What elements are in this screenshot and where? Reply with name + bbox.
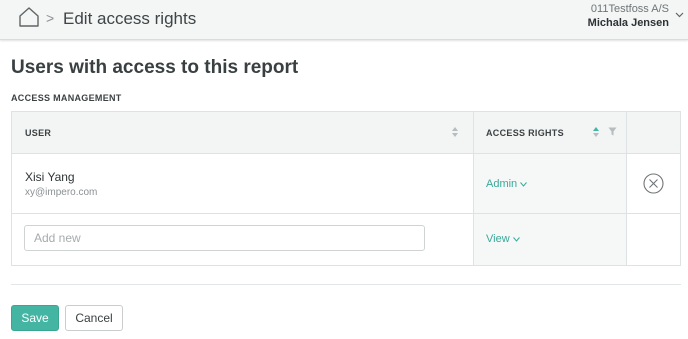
- table-row-new: View: [12, 214, 680, 265]
- chevron-down-icon[interactable]: [675, 12, 684, 18]
- section-heading: Users with access to this report: [11, 57, 299, 78]
- access-table: USER ACCESS RIGHTS Xisi Yang xy@impero.c…: [11, 111, 681, 266]
- organization-name[interactable]: 011Testfoss A/S: [591, 3, 669, 15]
- sort-icon[interactable]: [592, 126, 600, 138]
- chevron-down-icon: [512, 236, 520, 242]
- top-bar: > Edit access rights 011Testfoss A/S Mic…: [0, 0, 688, 40]
- add-new-user-input[interactable]: [24, 225, 425, 251]
- table-header-row: USER ACCESS RIGHTS: [12, 112, 680, 154]
- user-name-cell: Xisi Yang: [25, 170, 75, 184]
- new-access-role-dropdown[interactable]: View: [486, 233, 520, 245]
- home-icon[interactable]: [18, 6, 40, 28]
- save-button[interactable]: Save: [11, 305, 59, 331]
- chevron-down-icon: [520, 181, 528, 187]
- remove-user-icon[interactable]: [643, 173, 664, 194]
- user-email-cell: xy@impero.com: [25, 187, 98, 198]
- column-divider: [626, 112, 627, 265]
- access-role-label: Admin: [486, 178, 518, 190]
- access-management-label: ACCESS MANAGEMENT: [11, 93, 122, 103]
- user-name[interactable]: Michala Jensen: [588, 17, 669, 29]
- new-access-role-label: View: [486, 233, 510, 245]
- column-header-access-rights[interactable]: ACCESS RIGHTS: [486, 128, 564, 138]
- column-divider: [473, 112, 474, 265]
- sort-icon[interactable]: [451, 126, 459, 138]
- filter-icon[interactable]: [608, 127, 617, 136]
- column-header-user[interactable]: USER: [25, 128, 51, 138]
- access-role-dropdown[interactable]: Admin: [486, 178, 528, 190]
- breadcrumb-separator: >: [46, 10, 55, 26]
- cancel-button[interactable]: Cancel: [65, 305, 123, 331]
- footer-divider: [11, 284, 681, 285]
- page-title: Edit access rights: [63, 9, 197, 28]
- table-row: Xisi Yang xy@impero.com Admin: [12, 154, 680, 214]
